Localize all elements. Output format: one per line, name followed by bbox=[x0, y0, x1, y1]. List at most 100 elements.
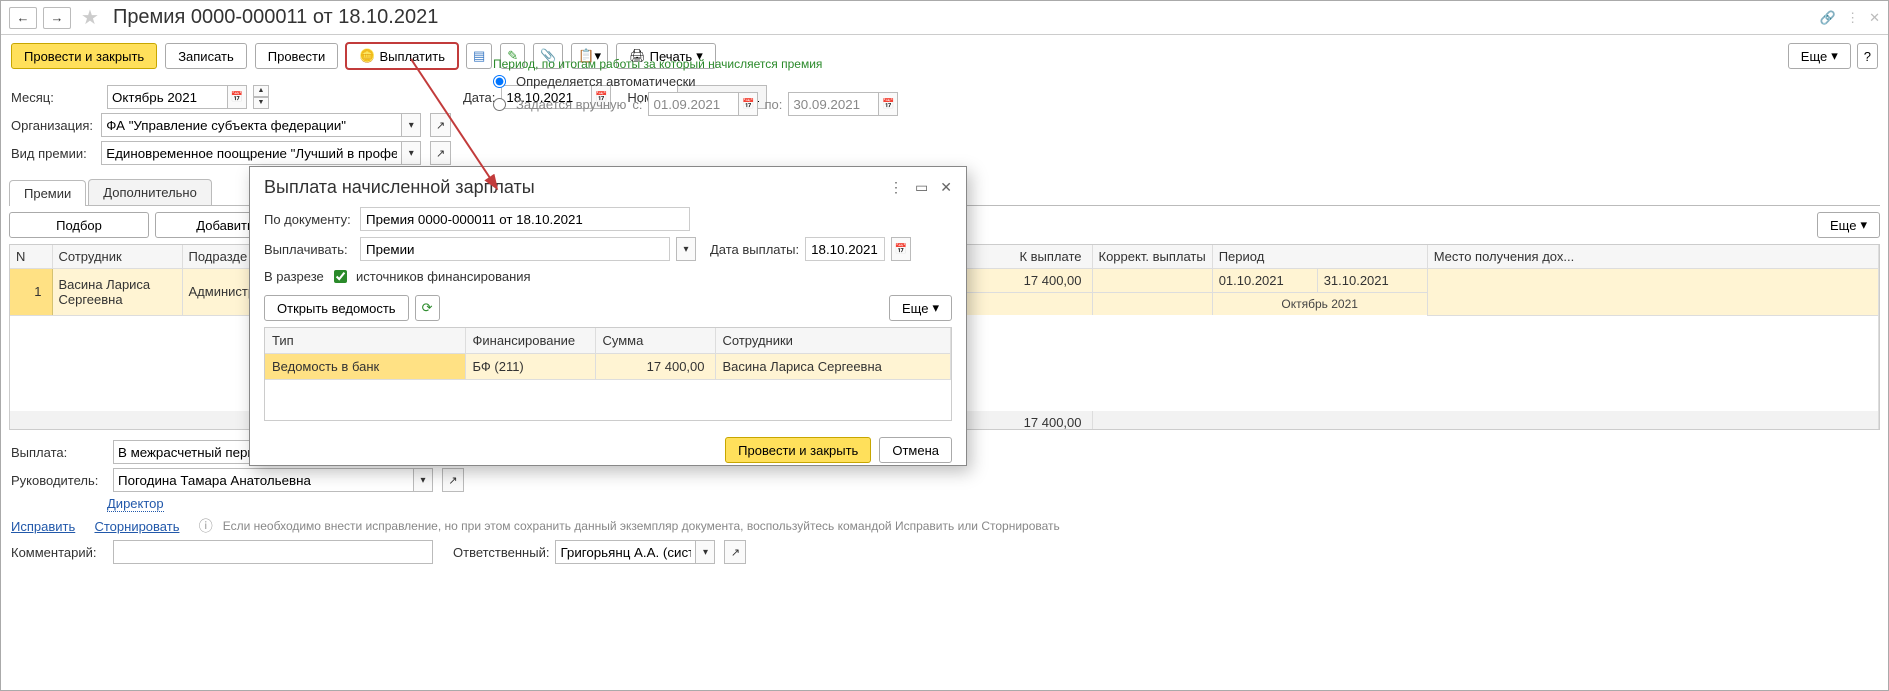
modal-date-input[interactable] bbox=[805, 237, 885, 261]
tab-dop[interactable]: Дополнительно bbox=[88, 179, 212, 205]
modal-more-button[interactable]: Еще ▾ bbox=[889, 295, 952, 321]
period-auto-label: Определяется автоматически bbox=[516, 74, 696, 89]
col-n: N bbox=[10, 245, 52, 269]
open-org-button[interactable]: ↗ bbox=[430, 113, 451, 137]
payment-input[interactable] bbox=[113, 440, 253, 464]
payment-label: Выплата: bbox=[11, 445, 107, 460]
nav-back-button[interactable]: ← bbox=[9, 7, 37, 29]
period-from-input bbox=[648, 92, 738, 116]
mcol-type: Тип bbox=[265, 328, 465, 354]
chevron-down-icon: ▾ bbox=[932, 300, 939, 316]
col-topay: К выплате bbox=[962, 245, 1092, 269]
titlebar: ← → ★ Премия 0000-000011 от 18.10.2021 🔗… bbox=[1, 1, 1888, 35]
responsible-input[interactable] bbox=[555, 540, 695, 564]
modal-menu-icon[interactable]: ⋮ bbox=[889, 179, 903, 196]
cell-period-end: 31.10.2021 bbox=[1317, 269, 1427, 293]
more-label: Еще bbox=[1801, 49, 1827, 64]
modal-doc-input[interactable] bbox=[360, 207, 690, 231]
info-icon: ⓘ bbox=[199, 516, 213, 536]
pick-button[interactable]: Подбор bbox=[9, 212, 149, 238]
col-employee: Сотрудник bbox=[52, 245, 182, 269]
kind-label: Вид премии: bbox=[11, 146, 95, 161]
org-input[interactable] bbox=[101, 113, 401, 137]
responsible-label: Ответственный: bbox=[453, 545, 549, 560]
modal-doc-label: По документу: bbox=[264, 212, 354, 227]
main-toolbar: Провести и закрыть Записать Провести 🪙 В… bbox=[1, 35, 1888, 77]
chevron-down-icon[interactable]: ▾ bbox=[401, 113, 421, 137]
modal-pay-input[interactable] bbox=[360, 237, 670, 261]
open-responsible-button[interactable]: ↗ bbox=[724, 540, 746, 564]
post-button[interactable]: Провести bbox=[255, 43, 339, 69]
help-button[interactable]: ? bbox=[1857, 43, 1878, 69]
cell-payplace bbox=[1427, 269, 1878, 316]
modal-sources-checkbox[interactable] bbox=[334, 270, 347, 283]
mcol-emp: Сотрудники bbox=[715, 328, 951, 354]
report-button[interactable]: ▤ bbox=[466, 43, 492, 69]
col-payplace: Место получения дох... bbox=[1427, 245, 1878, 269]
calendar-icon[interactable]: 📅 bbox=[891, 237, 911, 261]
kind-input[interactable] bbox=[101, 141, 401, 165]
mcol-fin: Финансирование bbox=[465, 328, 595, 354]
pay-button[interactable]: 🪙 Выплатить bbox=[346, 43, 458, 69]
tab-premii[interactable]: Премии bbox=[9, 180, 86, 206]
post-close-button[interactable]: Провести и закрыть bbox=[11, 43, 157, 69]
grid-more-label: Еще bbox=[1830, 218, 1856, 233]
chevron-down-icon: ▾ bbox=[1831, 48, 1838, 64]
col-period: Период bbox=[1212, 245, 1427, 269]
mcell-emp: Васина Лариса Сергеевна bbox=[715, 354, 951, 380]
mcell-type: Ведомость в банк bbox=[265, 354, 465, 380]
modal-grid[interactable]: Тип Финансирование Сумма Сотрудники Ведо… bbox=[264, 327, 952, 421]
write-button[interactable]: Записать bbox=[165, 43, 247, 69]
open-statement-button[interactable]: Открыть ведомость bbox=[264, 295, 409, 321]
link-icon[interactable]: 🔗 bbox=[1820, 10, 1836, 26]
head-label: Руководитель: bbox=[11, 473, 107, 488]
to-label: по: bbox=[764, 97, 782, 112]
modal-cancel-button[interactable]: Отмена bbox=[879, 437, 952, 463]
chevron-down-icon[interactable]: ▾ bbox=[695, 540, 715, 564]
coins-icon: 🪙 bbox=[359, 48, 375, 64]
cell-period-name: Октябрь 2021 bbox=[1212, 293, 1427, 316]
date-label: Дата: bbox=[463, 90, 495, 105]
pay-button-label: Выплатить bbox=[379, 49, 445, 64]
modal-maximize-icon[interactable]: ▭ bbox=[915, 179, 928, 196]
modal-table-row[interactable]: Ведомость в банк БФ (211) 17 400,00 Васи… bbox=[265, 354, 951, 380]
chevron-down-icon[interactable]: ▾ bbox=[676, 237, 696, 261]
period-manual-radio[interactable] bbox=[493, 98, 506, 111]
period-auto-radio[interactable] bbox=[493, 75, 506, 88]
month-down-button[interactable]: ▼ bbox=[253, 97, 269, 109]
head-position-link[interactable]: Директор bbox=[107, 496, 164, 512]
fix-link[interactable]: Исправить bbox=[11, 519, 75, 534]
window-menu-icon[interactable]: ⋮ bbox=[1846, 10, 1859, 26]
favorite-icon[interactable]: ★ bbox=[81, 5, 99, 30]
fix-hint: Если необходимо внести исправление, но п… bbox=[223, 519, 1060, 533]
calendar-icon: 📅 bbox=[738, 92, 758, 116]
grid-more-button[interactable]: Еще ▾ bbox=[1817, 212, 1880, 238]
calendar-icon[interactable]: 📅 bbox=[227, 85, 247, 109]
mcell-sum: 17 400,00 bbox=[595, 354, 715, 380]
modal-date-label: Дата выплаты: bbox=[710, 242, 799, 257]
refresh-button[interactable]: ⟳ bbox=[415, 295, 440, 321]
more-button[interactable]: Еще ▾ bbox=[1788, 43, 1851, 69]
cell-employee: Васина Лариса Сергеевна bbox=[52, 269, 182, 316]
org-label: Организация: bbox=[11, 118, 95, 133]
modal-close-icon[interactable]: ✕ bbox=[940, 179, 952, 196]
nav-forward-button[interactable]: → bbox=[43, 7, 71, 29]
mcell-fin: БФ (211) bbox=[465, 354, 595, 380]
cell-correction bbox=[1092, 269, 1212, 293]
modal-post-close-button[interactable]: Провести и закрыть bbox=[725, 437, 871, 463]
chevron-down-icon: ▾ bbox=[1860, 217, 1867, 233]
month-input[interactable] bbox=[107, 85, 227, 109]
modal-section-label: В разрезе bbox=[264, 269, 324, 284]
cell-period-start: 01.10.2021 bbox=[1212, 269, 1317, 293]
storno-link[interactable]: Сторнировать bbox=[94, 519, 179, 534]
cell-topay: 17 400,00 bbox=[962, 269, 1092, 293]
month-label: Месяц: bbox=[11, 90, 101, 105]
comment-input[interactable] bbox=[113, 540, 433, 564]
col-correction: Коррект. выплаты bbox=[1092, 245, 1212, 269]
close-icon[interactable]: ✕ bbox=[1869, 10, 1880, 26]
month-up-button[interactable]: ▲ bbox=[253, 85, 269, 97]
open-kind-button[interactable]: ↗ bbox=[430, 141, 451, 165]
modal-title: Выплата начисленной зарплаты bbox=[264, 177, 535, 198]
period-manual-label: Задается вручную bbox=[516, 97, 626, 112]
chevron-down-icon[interactable]: ▾ bbox=[401, 141, 421, 165]
